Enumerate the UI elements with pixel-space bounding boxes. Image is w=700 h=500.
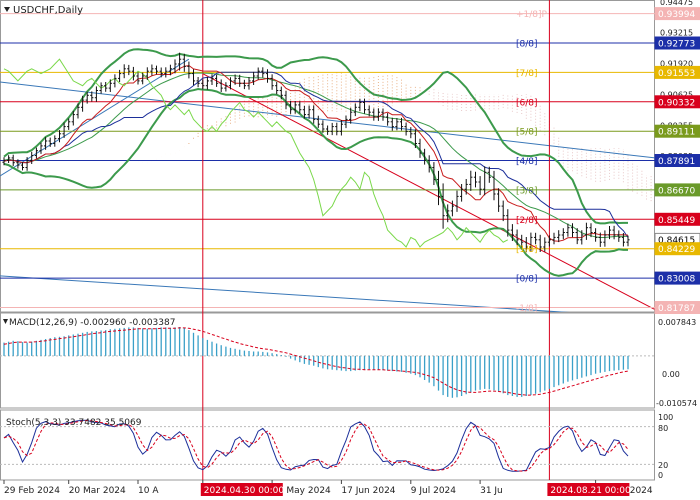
time-label: 10 A [138, 486, 159, 496]
time-axis: 29 Feb 202420 Mar 202410 A202424 May 202… [3, 480, 653, 496]
time-label: 17 Jun 2024 [341, 486, 395, 496]
stoch-tick-0: 0 [658, 471, 663, 480]
marker-date-label: 2024.04.30 00:00 [204, 486, 285, 496]
price-label-text: 0.91553 [658, 69, 695, 79]
price-label-text: 0.81787 [658, 304, 695, 314]
murrey-label: [5/8] [516, 128, 538, 138]
price-tick: 0.93215 [660, 28, 693, 37]
murrey-label: +1/8]P [516, 10, 548, 20]
time-label: 29 Feb 2024 [4, 486, 60, 496]
murrey-label: [8/8] [516, 40, 538, 50]
murrey-label: -1/8] [516, 304, 537, 314]
murrey-label: [1/8] [516, 245, 538, 255]
price-label-text: 0.89111 [658, 128, 695, 138]
time-label: 20 Mar 2024 [69, 486, 126, 496]
murrey-label: [7/8] [516, 69, 538, 79]
price-tick: 0.94475 [660, 0, 693, 7]
price-label-text: 0.84229 [658, 245, 695, 255]
stoch-title: Stoch(5,3,3) 33.7482 35.5069 [6, 418, 142, 428]
price-label-text: 0.93994 [658, 10, 695, 20]
stoch-label: Stoch(5,3,3) 33.7482 35.5069 [6, 418, 142, 428]
main-panel-frame [0, 0, 655, 313]
price-label-text: 0.90332 [658, 98, 695, 108]
stoch-tick-80: 80 [658, 424, 668, 433]
price-label-text: 0.85449 [658, 216, 695, 226]
price-label-text: 0.86670 [658, 186, 695, 196]
murrey-label: [0/8] [516, 275, 538, 285]
murrey-label: [6/8] [516, 98, 538, 108]
murrey-label: [4/8] [516, 157, 538, 167]
symbol-label: USDCHF,Daily [13, 5, 83, 16]
forex-chart: +1/8]P [8/8] [7/8] [6/8] [5/8] [4/8] [3/8] [2/8… [0, 0, 700, 496]
stoch-tick-20: 20 [658, 461, 668, 470]
time-label: 9 Jul 2024 [411, 486, 456, 496]
stoch-tick-100: 100 [658, 413, 673, 422]
macd-tick-bottom: -0.010574 [656, 399, 697, 408]
murrey-label: [2/8] [516, 216, 538, 226]
murrey-label: [3/8] [516, 186, 538, 196]
price-label-text: 0.83008 [658, 275, 695, 285]
macd-title: MACD(12,26,9) -0.002960 -0.003387 [3, 318, 175, 328]
time-label: 31 Ju [480, 486, 503, 496]
price-label-text: 0.87891 [658, 157, 695, 167]
marker-date-label: 2024.08.21 00:00 [550, 486, 631, 496]
symbol-title: USDCHF,Daily [4, 5, 83, 16]
macd-label: MACD(12,26,9) -0.002960 -0.003387 [9, 318, 175, 328]
macd-tick-zero: 0.00 [662, 370, 680, 379]
macd-tick-top: 0.007843 [658, 318, 696, 327]
price-label-text: 0.92773 [658, 40, 695, 50]
